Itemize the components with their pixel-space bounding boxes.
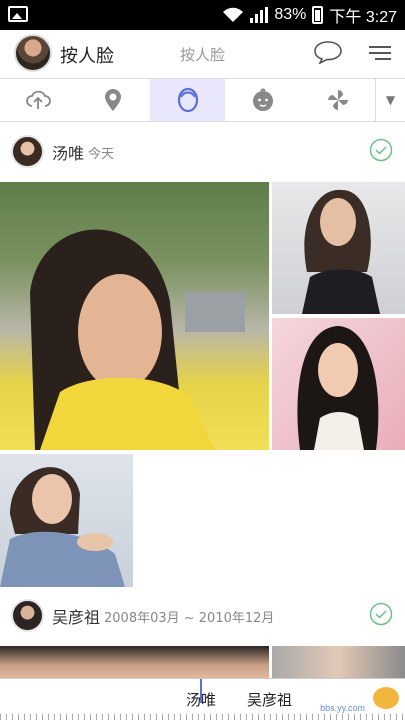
app-header: 按人脸 按人脸 [0, 30, 405, 78]
photo-content [0, 467, 125, 587]
view-mode-label[interactable]: 按人脸 [180, 44, 225, 65]
status-bar: 83% 下午 3:27 [0, 0, 405, 30]
person-avatar [11, 135, 44, 168]
location-pin-icon [104, 89, 121, 111]
page-title: 按人脸 [60, 46, 114, 67]
tab-pinwheel[interactable] [300, 79, 375, 121]
battery-level: 83% [274, 6, 307, 23]
gallery-notification-icon [8, 6, 28, 22]
face-group-header[interactable]: 汤唯 今天 [0, 122, 405, 180]
tab-location[interactable] [75, 79, 150, 121]
watermark: bbs.yy.com [320, 703, 365, 713]
pinwheel-icon [327, 90, 348, 110]
mascot-icon [373, 687, 399, 709]
tab-baby[interactable] [225, 79, 300, 121]
tab-more-dropdown[interactable]: ▼ [375, 79, 405, 121]
menu-icon[interactable] [369, 44, 391, 62]
person-name: 汤唯 [52, 144, 85, 163]
scrubber-ticks [0, 714, 405, 720]
scrubber-name[interactable]: 汤唯 [186, 689, 216, 710]
photo-content [30, 229, 245, 450]
photo-content [302, 189, 380, 314]
clock: 下午 3:27 [329, 9, 397, 26]
category-tabs: ▼ [0, 78, 405, 122]
user-avatar[interactable] [14, 34, 52, 72]
photo-thumbnail[interactable] [0, 454, 133, 587]
comment-icon[interactable] [313, 40, 343, 64]
tab-cloud[interactable] [0, 79, 75, 121]
scrubber-name[interactable]: 吴彦祖 [247, 689, 292, 710]
cloud-upload-icon [25, 90, 51, 109]
check-circle-icon[interactable] [369, 138, 393, 162]
photo-thumbnail[interactable] [272, 318, 405, 450]
person-avatar [11, 599, 44, 632]
chevron-down-icon: ▼ [385, 93, 396, 107]
check-circle-icon[interactable] [369, 602, 393, 626]
face-icon [177, 87, 198, 113]
face-group-header[interactable]: 吴彦祖 2008年03月 ~ 2010年12月 [0, 586, 405, 644]
baby-face-icon [252, 88, 273, 111]
people-scrubber[interactable]: 汤唯 吴彦祖 bbs.yy.com [0, 678, 405, 720]
photo-thumbnail[interactable] [272, 646, 405, 678]
wifi-icon [223, 7, 244, 22]
photo-thumbnail[interactable] [272, 182, 405, 314]
signal-icon [250, 7, 269, 23]
battery-icon [312, 6, 324, 24]
tab-face[interactable] [150, 79, 225, 121]
group-date: 2008年03月 ~ 2010年12月 [104, 611, 275, 626]
photo-thumbnail[interactable] [0, 646, 269, 678]
group-date: 今天 [88, 147, 115, 162]
photo-content [297, 326, 379, 450]
person-name: 吴彦祖 [52, 608, 101, 627]
photo-thumbnail[interactable] [0, 182, 269, 450]
